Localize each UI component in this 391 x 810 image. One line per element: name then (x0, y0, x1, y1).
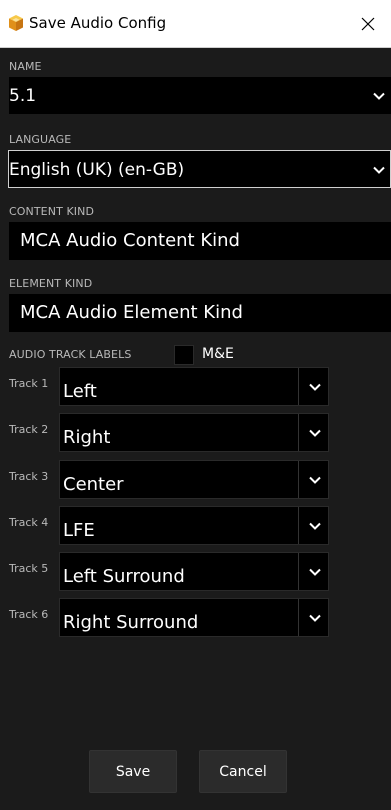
element-kind-label: ELEMENT KIND (9, 277, 93, 290)
track-label: Track 1 (9, 377, 49, 390)
select-divider (298, 553, 299, 590)
track-6-select[interactable]: Right Surround (59, 598, 329, 637)
track-value: LFE (63, 520, 95, 541)
track-value: Right (63, 427, 111, 448)
select-divider (298, 507, 299, 544)
title-bar: Save Audio Config (0, 0, 391, 48)
language-label: LANGUAGE (9, 133, 72, 146)
track-value: Right Surround (63, 612, 199, 633)
select-divider (298, 368, 299, 405)
track-3-select[interactable]: Center (59, 460, 329, 499)
close-button[interactable] (345, 0, 391, 48)
content-kind-value: MCA Audio Content Kind (20, 230, 240, 251)
content-kind-label: CONTENT KIND (9, 205, 95, 218)
name-label: NAME (9, 60, 42, 73)
content-kind-field[interactable]: MCA Audio Content Kind (9, 222, 391, 260)
cube-app-icon (7, 14, 25, 32)
select-divider (298, 461, 299, 498)
name-select[interactable]: 5.1 (9, 77, 391, 114)
chevron-down-icon (309, 429, 321, 437)
window-title: Save Audio Config (29, 14, 167, 32)
chevron-down-icon (373, 166, 385, 174)
cancel-button[interactable]: Cancel (199, 750, 287, 793)
chevron-down-icon (373, 92, 385, 100)
track-value: Left (63, 381, 97, 402)
track-value: Center (63, 474, 124, 495)
chevron-down-icon (309, 568, 321, 576)
chevron-down-icon (309, 614, 321, 622)
track-5-select[interactable]: Left Surround (59, 552, 329, 591)
element-kind-field[interactable]: MCA Audio Element Kind (9, 294, 391, 332)
element-kind-value: MCA Audio Element Kind (20, 302, 243, 323)
select-divider (298, 599, 299, 636)
audio-track-labels-label: AUDIO TRACK LABELS (9, 348, 132, 361)
track-value: Left Surround (63, 566, 185, 587)
track-label: Track 3 (9, 470, 49, 483)
chevron-down-icon (309, 476, 321, 484)
close-icon (361, 17, 375, 31)
chevron-down-icon (309, 383, 321, 391)
name-value: 5.1 (9, 86, 37, 106)
track-4-select[interactable]: LFE (59, 506, 329, 545)
select-divider (298, 414, 299, 451)
track-label: Track 5 (9, 562, 49, 575)
language-value: English (UK) (en-GB) (9, 160, 185, 180)
chevron-down-icon (309, 522, 321, 530)
track-label: Track 2 (9, 423, 49, 436)
language-select[interactable]: English (UK) (en-GB) (8, 150, 391, 188)
me-checkbox-label: M&E (202, 346, 234, 362)
track-2-select[interactable]: Right (59, 413, 329, 452)
track-1-select[interactable]: Left (59, 367, 329, 406)
track-label: Track 4 (9, 516, 49, 529)
me-checkbox[interactable] (174, 345, 194, 365)
save-button[interactable]: Save (89, 750, 177, 793)
track-label: Track 6 (9, 608, 49, 621)
